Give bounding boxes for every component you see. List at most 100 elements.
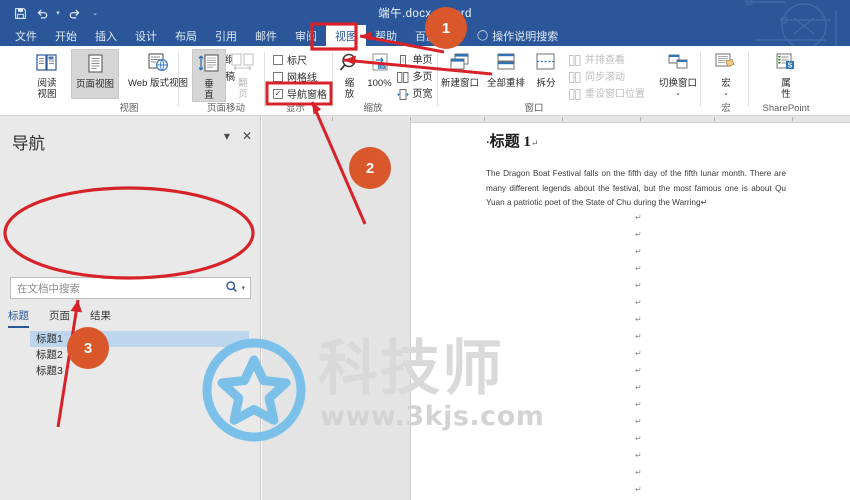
- heading-text: 标题 1: [489, 134, 531, 150]
- vertical-scroll-icon: [196, 53, 222, 77]
- zoom-100-icon: 100: [367, 52, 393, 76]
- multiple-pages-icon: [396, 70, 409, 83]
- macros-button[interactable]: 宏 ⌄: [705, 49, 747, 99]
- print-layout-button[interactable]: 页面视图: [71, 49, 119, 99]
- list-item[interactable]: 标题1: [30, 331, 249, 347]
- pilcrow-icon: ↵: [635, 298, 642, 307]
- navigation-heading-list: 标题1 标题2 标题3: [30, 331, 249, 379]
- tab-review[interactable]: 审阅: [286, 25, 326, 46]
- synchronous-scrolling-label: 同步滚动: [585, 72, 625, 83]
- split-icon: [533, 52, 559, 76]
- switch-windows-icon: [665, 52, 691, 76]
- pilcrow-icon: ↵: [635, 281, 642, 290]
- pilcrow-icon: ↵: [635, 485, 642, 494]
- view-side-by-side-button[interactable]: 并排查看: [569, 51, 645, 66]
- nav-tab-headings[interactable]: 标题: [8, 308, 29, 328]
- reset-window-position-icon: [569, 87, 581, 100]
- view-side-by-side-icon: [569, 53, 581, 66]
- pilcrow-icon: ↵: [635, 468, 642, 477]
- group-separator: [700, 52, 701, 107]
- properties-button[interactable]: S 属性: [766, 49, 806, 100]
- gridlines-checkbox[interactable]: 网格线: [273, 69, 327, 84]
- chevron-down-icon[interactable]: ▾: [224, 130, 230, 142]
- ruler-checkbox-box: [273, 54, 283, 65]
- side-to-side-label: 翻页: [238, 78, 248, 100]
- switch-windows-label: 切换窗口: [658, 78, 697, 89]
- switch-windows-caret-icon[interactable]: ⌄: [675, 90, 681, 97]
- arrange-all-icon: [493, 52, 519, 76]
- group-label-sharepoint: SharePoint: [762, 103, 810, 114]
- ruler-checkbox[interactable]: 标尺: [273, 52, 327, 67]
- zoom-button[interactable]: 缩放: [336, 49, 364, 100]
- read-mode-label: 阅读 视图: [37, 78, 57, 100]
- pilcrow-icon: ↵: [635, 315, 642, 324]
- group-separator: [748, 52, 749, 107]
- tab-mailings[interactable]: 邮件: [246, 25, 286, 46]
- svg-text:S: S: [788, 62, 793, 69]
- tab-help[interactable]: 帮助: [366, 25, 406, 46]
- group-separator: [332, 52, 333, 107]
- split-label: 拆分: [536, 78, 556, 89]
- list-item[interactable]: 标题2: [30, 347, 249, 363]
- pilcrow-icon: ↵: [635, 230, 642, 239]
- ribbon: 阅读 视图 页面视图 Web 版式视图 视图 垂 直 翻 页 页面移动 标尺 网…: [0, 46, 850, 116]
- multiple-pages-button[interactable]: 多页: [396, 68, 433, 83]
- tab-home[interactable]: 开始: [46, 25, 86, 46]
- vertical-scroll-label: 垂直: [204, 79, 214, 101]
- status-badge: 1: [425, 7, 467, 49]
- side-to-side-button[interactable]: 翻页: [226, 49, 260, 100]
- properties-label: 属性: [781, 78, 791, 100]
- list-item[interactable]: 标题3: [30, 363, 249, 379]
- navigation-pane-checkbox[interactable]: ✓ 导航窗格: [273, 86, 327, 101]
- tab-file[interactable]: 文件: [6, 25, 46, 46]
- zoom-100-label: 100%: [367, 78, 392, 89]
- macros-caret-icon[interactable]: ⌄: [723, 90, 729, 97]
- pilcrow-icon: ↵: [635, 332, 642, 341]
- document-page[interactable]: ·标题 1↵ The Dragon Boat Festival falls on…: [411, 123, 850, 500]
- pilcrow-icon: ↵: [635, 451, 642, 460]
- new-window-icon: [447, 52, 473, 76]
- reset-window-position-button[interactable]: 重设窗口位置: [569, 85, 645, 100]
- pilcrow-icon: ↵: [530, 138, 539, 148]
- svg-text:100: 100: [378, 64, 386, 69]
- tab-layout[interactable]: 布局: [166, 25, 206, 46]
- multiple-pages-label: 多页: [412, 72, 433, 83]
- nav-tab-pages[interactable]: 页面: [49, 308, 70, 328]
- web-layout-icon: [145, 52, 171, 76]
- tab-tell-me[interactable]: ◯ 操作说明搜索: [468, 25, 567, 46]
- switch-windows-button[interactable]: 切换窗口 ⌄: [653, 49, 703, 99]
- zoom-100-button[interactable]: 100 100%: [364, 49, 396, 99]
- group-separator: [178, 52, 179, 107]
- new-window-button[interactable]: 新建窗口: [437, 49, 483, 99]
- ribbon-group-macros: 宏 ⌄ 宏: [704, 46, 748, 115]
- reset-window-position-label: 重设窗口位置: [585, 89, 645, 100]
- navigation-search-placeholder: 在文档中搜索: [17, 282, 80, 295]
- empty-paragraph-marks: ↵↵↵↵↵↵↵↵↵↵↵↵↵↵↵↵↵↵↵↵↵↵↵↵: [635, 209, 642, 500]
- tab-insert[interactable]: 插入: [86, 25, 126, 46]
- group-label-window: 窗口: [524, 103, 544, 114]
- synchronous-scrolling-icon: [569, 70, 581, 83]
- side-to-side-icon: [230, 52, 256, 76]
- synchronous-scrolling-button[interactable]: 同步滚动: [569, 68, 645, 83]
- close-icon[interactable]: ✕: [242, 130, 252, 142]
- read-view-icon: [34, 52, 60, 76]
- zoom-icon: [337, 52, 363, 76]
- one-page-button[interactable]: 单页: [397, 51, 433, 66]
- navigation-search-input[interactable]: 在文档中搜索 ▾: [10, 277, 251, 299]
- vertical-scroll-button[interactable]: 垂直: [192, 49, 226, 102]
- read-mode-button[interactable]: 阅读 视图: [23, 49, 71, 100]
- tab-design[interactable]: 设计: [126, 25, 166, 46]
- tab-references[interactable]: 引用: [206, 25, 246, 46]
- pilcrow-icon: ↵: [635, 400, 642, 409]
- split-button[interactable]: 拆分: [529, 49, 563, 99]
- search-icon[interactable]: [225, 280, 241, 296]
- status-badge: 2: [349, 147, 391, 189]
- arrange-all-button[interactable]: 全部重排: [483, 49, 529, 99]
- pilcrow-icon: ↵: [635, 349, 642, 358]
- search-options-chevron-icon[interactable]: ▾: [241, 284, 250, 292]
- page-width-button[interactable]: 页宽: [396, 85, 433, 100]
- nav-tab-results[interactable]: 结果: [90, 308, 111, 328]
- gridlines-label: 网格线: [287, 73, 317, 84]
- tab-view[interactable]: 视图: [326, 25, 366, 46]
- navigation-pane-label: 导航窗格: [287, 90, 327, 101]
